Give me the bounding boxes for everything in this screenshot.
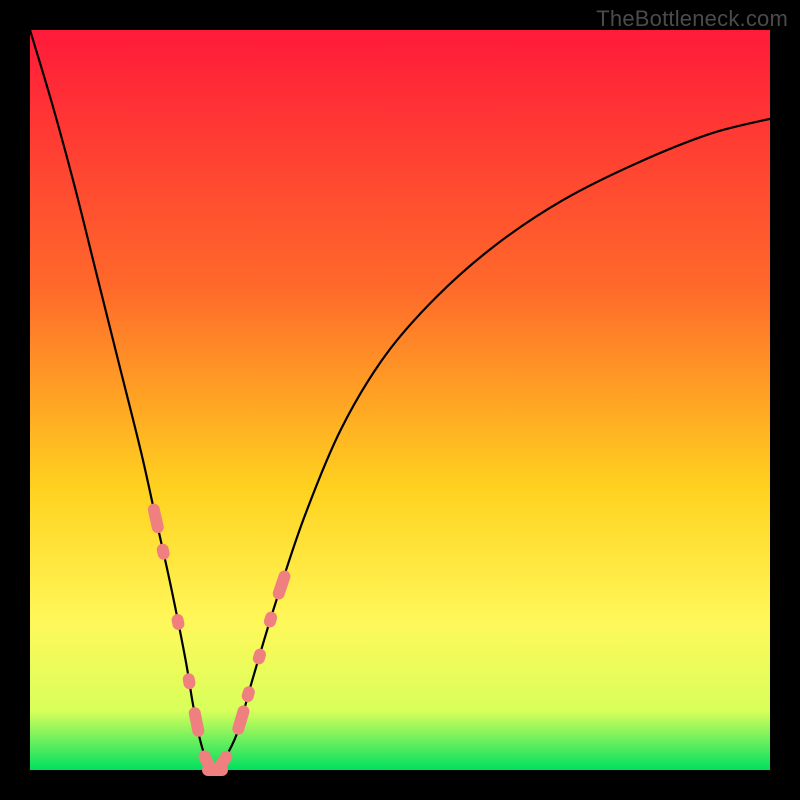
curve-marker [251,647,267,666]
bottleneck-curve [30,30,770,770]
curve-marker [271,569,292,601]
curve-marker [262,610,278,629]
curve-marker [171,613,186,631]
curve-markers [147,502,292,776]
curve-marker [147,502,165,534]
watermark-text: TheBottleneck.com [596,6,788,32]
plot-area [30,30,770,770]
curve-marker [182,672,197,690]
curve-marker [231,704,251,736]
curve-marker [188,706,206,738]
chart-svg [30,30,770,770]
curve-marker [156,543,171,561]
curve-marker [240,685,256,704]
outer-frame: TheBottleneck.com [0,0,800,800]
